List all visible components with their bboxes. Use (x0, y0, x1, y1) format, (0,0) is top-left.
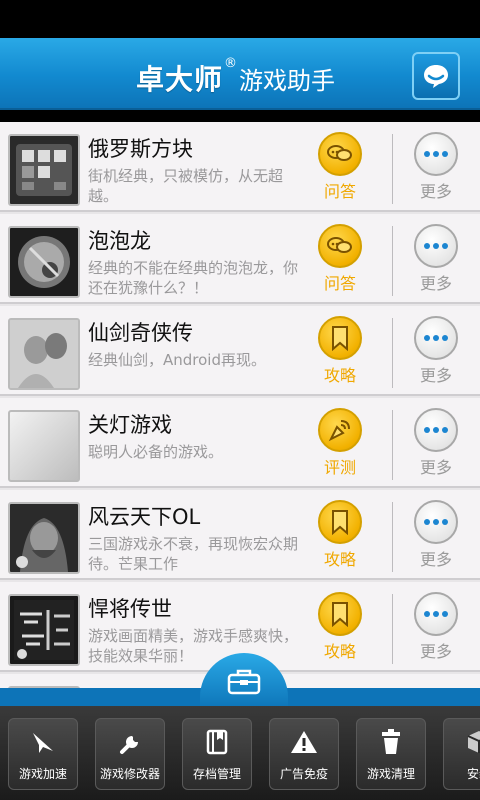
guide-button[interactable]: 攻略 (316, 316, 364, 386)
more-label: 更多 (419, 274, 452, 293)
action-label: 问答 (323, 182, 356, 201)
divider (392, 594, 393, 664)
paper-plane-icon (33, 733, 53, 753)
action-label: 问答 (323, 274, 356, 293)
dock-label: 广告免疫 (279, 767, 328, 781)
more-label: 更多 (419, 458, 452, 477)
game-description: 经典的不能在经典的泡泡龙，你还在犹豫什么？！ (88, 259, 299, 297)
game-description: 经典仙剑，Android再现。 (88, 351, 266, 369)
game-row[interactable]: 关灯游戏 聪明人必备的游戏。 评测 更多 (0, 398, 480, 488)
action-label: 攻略 (323, 366, 356, 385)
game-title: 关灯游戏 (88, 413, 172, 437)
trash-icon (382, 729, 400, 754)
action-label: 评测 (323, 458, 356, 477)
brand-name: 卓大师 (136, 63, 224, 96)
chat-bubble-icon (424, 65, 448, 88)
dock-item-game-modifier[interactable]: 游戏修改器 (95, 718, 165, 790)
game-thumbnail (8, 502, 80, 574)
more-dots-icon (414, 408, 458, 452)
review-icon (328, 420, 350, 442)
more-dots-icon (414, 316, 458, 360)
game-title: 风云天下OL (88, 505, 201, 529)
more-button[interactable]: 更多 (412, 132, 460, 202)
dock-item-save-manager[interactable]: 存档管理 (182, 718, 252, 790)
game-thumbnail (8, 226, 80, 298)
dock-label: 游戏修改器 (99, 767, 160, 781)
tool-dock: 游戏加速 游戏修改器 存档管理 广告免疫 游戏清理 安 (0, 706, 480, 800)
more-dots-icon (414, 500, 458, 544)
game-row[interactable]: 俄罗斯方块 街机经典，只被模仿，从无超越。 问答 更多 (0, 122, 480, 212)
book-icon (206, 729, 228, 755)
more-button[interactable]: 更多 (412, 408, 460, 478)
more-dots-icon (414, 132, 458, 176)
status-bar (0, 0, 480, 38)
dock-label: 游戏加速 (18, 767, 67, 781)
warning-icon (291, 731, 317, 753)
dock-label: 存档管理 (192, 767, 241, 781)
more-label: 更多 (419, 550, 452, 569)
bookmark-icon (332, 602, 348, 627)
dock-item-game-boost[interactable]: 游戏加速 (8, 718, 78, 790)
game-description: 街机经典，只被模仿，从无超越。 (88, 167, 284, 205)
qa-bubble-icon (327, 237, 352, 253)
game-row[interactable]: 泡泡龙 经典的不能在经典的泡泡龙，你还在犹豫什么？！ 问答 更多 (0, 214, 480, 304)
app-logo: 卓大师 ® 游戏助手 (136, 56, 336, 96)
bookmark-icon (332, 510, 348, 535)
toolbox-icon (227, 669, 261, 695)
divider (392, 318, 393, 388)
dock-item-ad-block[interactable]: 广告免疫 (269, 718, 339, 790)
game-row[interactable]: 仙剑奇侠传 经典仙剑，Android再现。 攻略 更多 (0, 306, 480, 396)
more-button[interactable]: 更多 (412, 500, 460, 570)
qa-bubble-icon (327, 145, 352, 161)
game-thumbnail (8, 318, 80, 390)
divider (392, 410, 393, 480)
divider (392, 502, 393, 572)
more-label: 更多 (419, 642, 452, 661)
more-label: 更多 (419, 366, 452, 385)
qa-button[interactable]: 问答 (316, 132, 364, 202)
game-list: 俄罗斯方块 街机经典，只被模仿，从无超越。 问答 更多 泡泡龙 经典的不能在经典… (0, 122, 480, 688)
app-subtitle: 游戏助手 (239, 67, 336, 95)
more-dots-icon (414, 592, 458, 636)
dock-item-install[interactable]: 安装 (443, 718, 480, 790)
game-title: 俄罗斯方块 (88, 137, 193, 161)
review-button[interactable]: 评测 (316, 408, 364, 478)
dock-item-game-cleanup[interactable]: 游戏清理 (356, 718, 426, 790)
game-description: 三国游戏永不衰，再现恢宏众期待。芒果工作 (88, 535, 299, 573)
game-thumbnail (8, 410, 80, 482)
game-title: 泡泡龙 (88, 229, 151, 253)
divider (392, 226, 393, 296)
app-header: 卓大师 ® 游戏助手 (0, 38, 480, 110)
game-thumbnail (8, 594, 80, 666)
more-dots-icon (414, 224, 458, 268)
more-button[interactable]: 更多 (412, 224, 460, 294)
game-title: 仙剑奇侠传 (88, 321, 193, 345)
bookmark-icon (332, 326, 348, 351)
game-thumbnail (8, 134, 80, 206)
wrench-icon (120, 736, 138, 754)
more-button[interactable]: 更多 (412, 592, 460, 662)
guide-button[interactable]: 攻略 (316, 592, 364, 662)
more-label: 更多 (419, 182, 452, 201)
game-description: 聪明人必备的游戏。 (88, 443, 224, 461)
game-row[interactable]: 风云天下OL 三国游戏永不衰，再现恢宏众期待。芒果工作 攻略 更多 (0, 490, 480, 580)
action-label: 攻略 (323, 550, 356, 569)
more-button[interactable]: 更多 (412, 316, 460, 386)
chat-button[interactable] (412, 52, 460, 100)
package-icon (467, 731, 480, 753)
action-label: 攻略 (323, 642, 356, 661)
registered-mark: ® (224, 56, 238, 71)
dock-label: 游戏清理 (366, 767, 415, 781)
game-title: 悍将传世 (88, 597, 172, 621)
qa-button[interactable]: 问答 (316, 224, 364, 294)
divider (392, 134, 393, 204)
guide-button[interactable]: 攻略 (316, 500, 364, 570)
dock-label: 安装 (466, 767, 480, 781)
